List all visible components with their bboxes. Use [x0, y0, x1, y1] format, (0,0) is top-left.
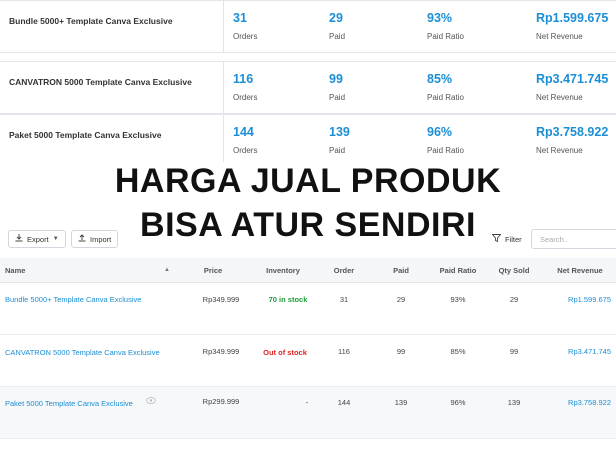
- qty-sold-cell: 29: [509, 295, 519, 304]
- inventory-cell: 70 in stock: [268, 295, 308, 304]
- export-label: Export: [27, 234, 49, 244]
- paid-cell: 29: [396, 295, 406, 304]
- column-header-net-revenue[interactable]: Net Revenue: [557, 266, 602, 275]
- inventory-cell: Out of stock: [263, 348, 307, 357]
- paid-ratio-label: Paid Ratio: [427, 146, 464, 155]
- net-revenue-cell: Rp3.758.922: [568, 398, 611, 407]
- filter-icon: [491, 234, 502, 244]
- net-revenue-label: Net Revenue: [536, 93, 583, 102]
- column-header-name[interactable]: Name: [5, 266, 25, 275]
- net-revenue-label: Net Revenue: [536, 146, 583, 155]
- upload-icon: [78, 234, 86, 244]
- column-header-inventory[interactable]: Inventory: [266, 266, 300, 275]
- summary-product-name: Bundle 5000+ Template Canva Exclusive: [0, 1, 224, 52]
- summary-product-name: Paket 5000 Template Canva Exclusive: [0, 115, 224, 166]
- orders-label: Orders: [233, 32, 258, 41]
- filter-label: Filter: [505, 234, 522, 244]
- paid-ratio-cell: 85%: [450, 347, 466, 356]
- net-revenue-value: Rp3.758.922: [536, 125, 609, 139]
- product-name-link[interactable]: CANVATRON 5000 Template Canva Exclusive: [5, 348, 160, 357]
- paid-ratio-label: Paid Ratio: [427, 93, 464, 102]
- summary-product-name: CANVATRON 5000 Template Canva Exclusive: [0, 62, 224, 113]
- order-cell: 31: [339, 295, 349, 304]
- orders-label: Orders: [233, 146, 258, 155]
- table-row: Bundle 5000+ Template Canva Exclusive Rp…: [0, 283, 616, 335]
- order-cell: 116: [338, 347, 350, 356]
- product-name-link[interactable]: Paket 5000 Template Canva Exclusive: [5, 399, 133, 408]
- column-header-paid-ratio[interactable]: Paid Ratio: [440, 266, 477, 275]
- column-header-paid[interactable]: Paid: [393, 266, 409, 275]
- sort-up-icon[interactable]: ▲: [164, 267, 170, 273]
- paid-ratio-cell: 96%: [450, 398, 466, 407]
- net-revenue-label: Net Revenue: [536, 32, 583, 41]
- chevron-down-icon: ▼: [52, 236, 59, 242]
- orders-value: 116: [233, 72, 254, 86]
- orders-label: Orders: [233, 93, 258, 102]
- import-label: Import: [90, 234, 112, 244]
- column-header-price[interactable]: Price: [204, 266, 222, 275]
- paid-value: 139: [329, 125, 350, 139]
- net-revenue-value: Rp1.599.675: [536, 11, 609, 25]
- inventory-cell: -: [305, 398, 309, 407]
- orders-value: 31: [233, 11, 247, 25]
- paid-ratio-value: 96%: [427, 125, 453, 139]
- paid-ratio-cell: 93%: [450, 295, 466, 304]
- paid-label: Paid: [329, 32, 346, 41]
- filter-button[interactable]: Filter: [486, 230, 528, 248]
- import-button[interactable]: Import: [71, 230, 119, 248]
- paid-value: 99: [329, 72, 343, 86]
- price-cell: Rp299.999: [202, 397, 240, 406]
- qty-sold-cell: 99: [509, 347, 519, 356]
- price-cell: Rp349.999: [202, 295, 240, 304]
- net-revenue-cell: Rp3.471.745: [568, 347, 611, 356]
- paid-label: Paid: [329, 93, 346, 102]
- table-row: CANVATRON 5000 Template Canva Exclusive …: [0, 335, 616, 387]
- net-revenue-value: Rp3.471.745: [536, 72, 609, 86]
- export-button[interactable]: Export ▼: [8, 230, 66, 248]
- paid-ratio-value: 85%: [427, 72, 453, 86]
- paid-ratio-value: 93%: [427, 11, 453, 25]
- qty-sold-cell: 139: [507, 398, 521, 407]
- search-input[interactable]: Search..: [531, 229, 616, 249]
- paid-cell: 139: [394, 398, 408, 407]
- paid-label: Paid: [329, 146, 346, 155]
- summary-row: CANVATRON 5000 Template Canva Exclusive …: [0, 61, 616, 114]
- table-header: Name ▲ Price Inventory Order Paid Paid R…: [0, 258, 616, 283]
- table-row: Paket 5000 Template Canva Exclusive Rp29…: [0, 387, 616, 439]
- summary-row: Paket 5000 Template Canva Exclusive 144 …: [0, 114, 616, 167]
- net-revenue-cell: Rp1.599.675: [568, 295, 611, 304]
- order-cell: 144: [337, 398, 351, 407]
- paid-cell: 99: [396, 347, 406, 356]
- orders-value: 144: [233, 125, 254, 139]
- eye-icon[interactable]: [146, 397, 156, 406]
- paid-value: 29: [329, 11, 343, 25]
- table-toolbar: Export ▼ Import Filter Search..: [0, 228, 616, 254]
- banner-headline-line-1: HARGA JUAL PRODUK: [114, 162, 502, 200]
- summary-row: Bundle 5000+ Template Canva Exclusive 31…: [0, 0, 616, 53]
- column-header-order[interactable]: Order: [334, 266, 354, 275]
- price-cell: Rp349.999: [202, 347, 240, 356]
- product-name-link[interactable]: Bundle 5000+ Template Canva Exclusive: [5, 295, 141, 304]
- download-icon: [15, 234, 23, 244]
- column-header-qty-sold[interactable]: Qty Sold: [499, 266, 530, 275]
- paid-ratio-label: Paid Ratio: [427, 32, 464, 41]
